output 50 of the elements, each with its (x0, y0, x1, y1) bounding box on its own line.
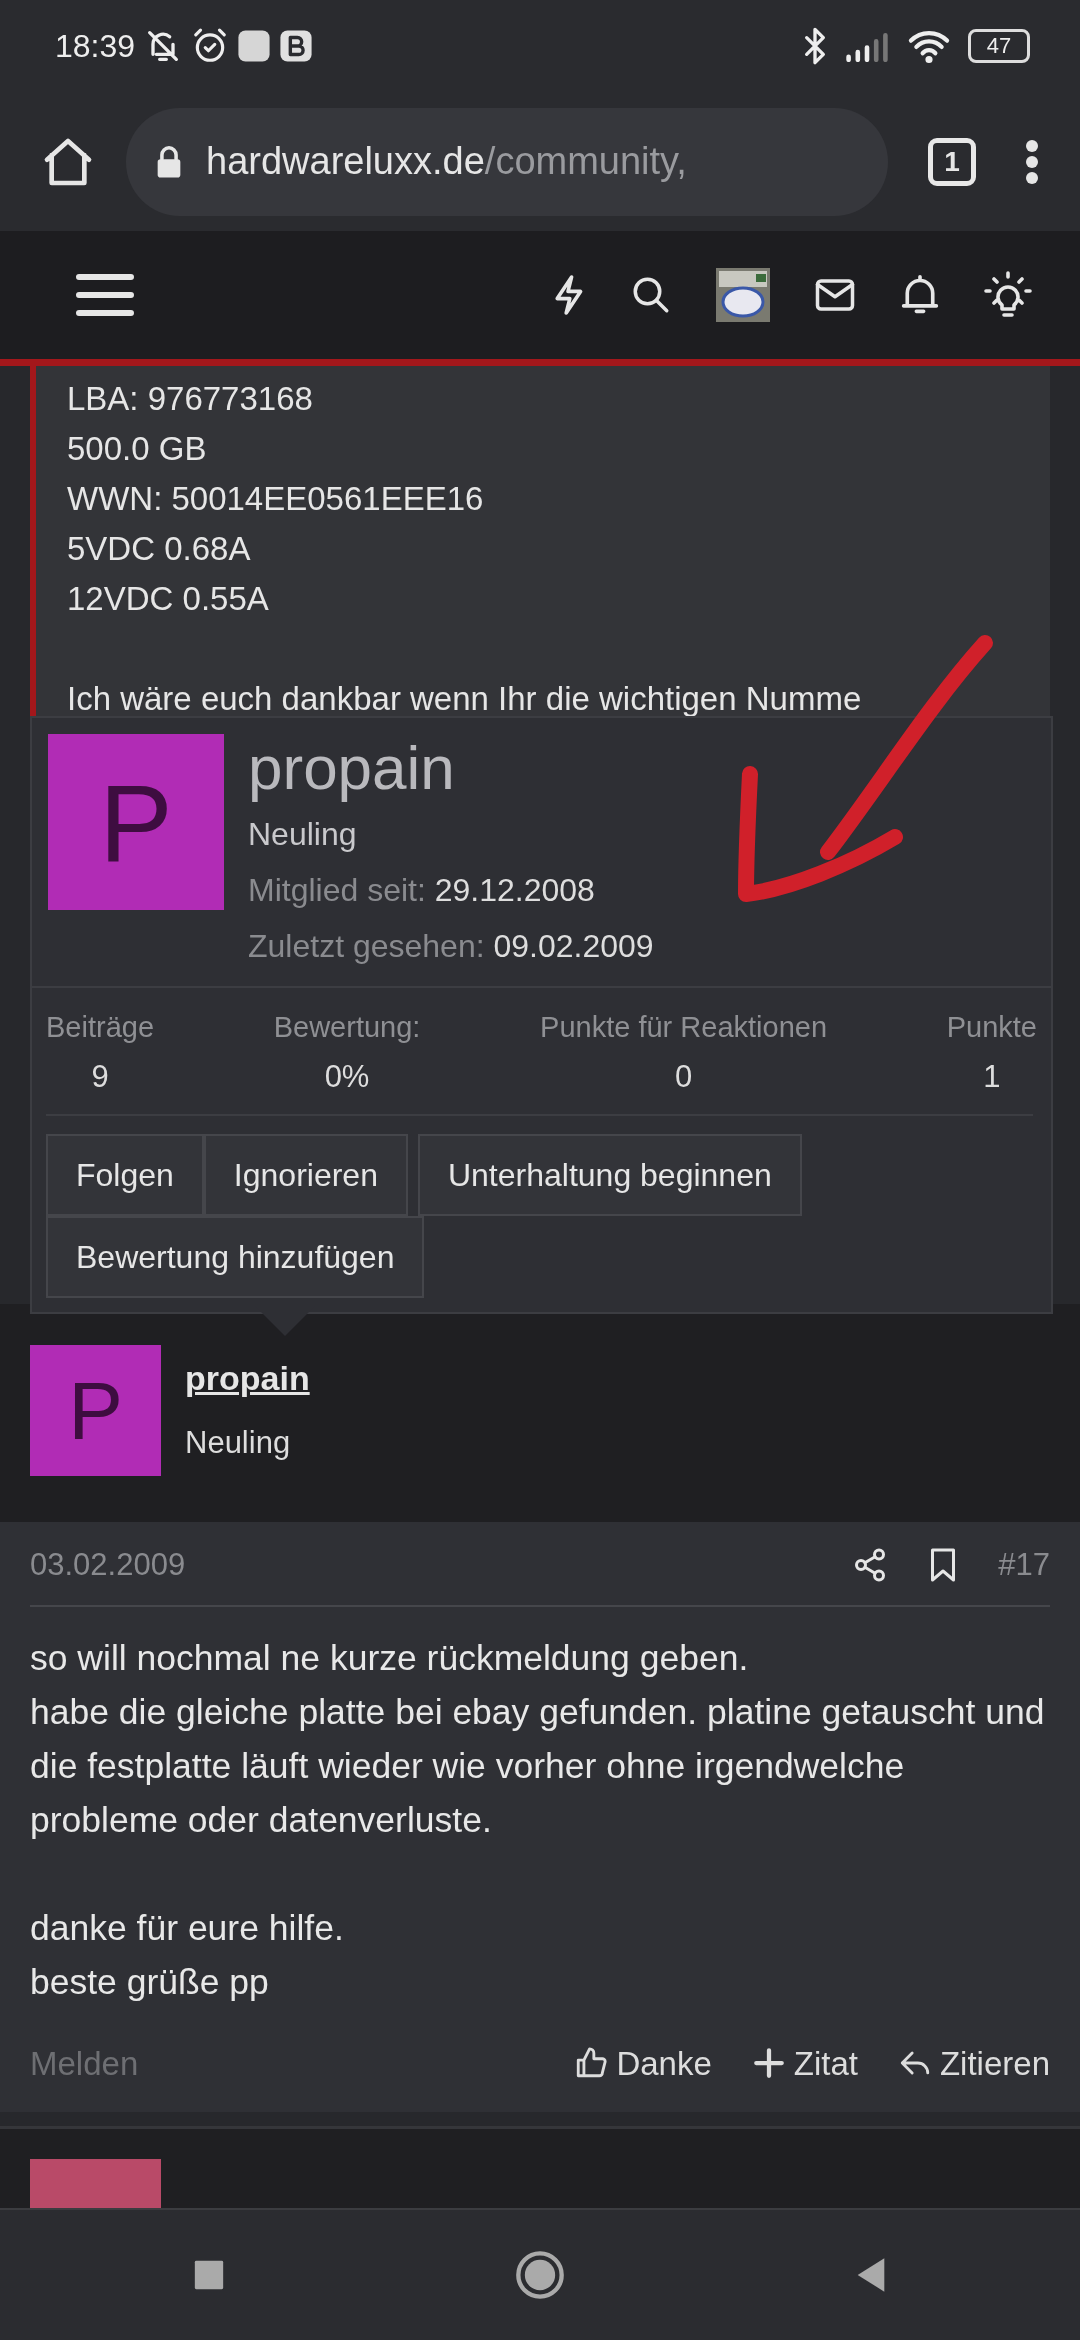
avatar: P (30, 1345, 161, 1476)
recent-apps-icon[interactable] (192, 2258, 226, 2292)
stat-value: 0 (674, 1057, 693, 1096)
quote-line: 12VDC 0.55A (67, 579, 270, 619)
quote-line: Ich wäre euch dankbar wenn Ihr die wichtigen Numme (67, 679, 863, 719)
avatar: P (48, 734, 224, 910)
member-name: propain (248, 734, 456, 803)
tab-count-button[interactable]: 1 (928, 137, 976, 186)
member-info-text: Mitglied seit: 29.12.2008 (248, 871, 596, 911)
lightbulb-icon[interactable] (984, 271, 1032, 319)
stat-value: 1 (983, 1057, 1001, 1096)
home-circle-icon[interactable] (514, 2249, 566, 2301)
mail-icon[interactable] (814, 277, 856, 313)
quote-line: 500.0 GB (67, 429, 208, 469)
stat-value: 9 (91, 1057, 109, 1096)
member-title: Neuling (248, 815, 358, 855)
member-action-button[interactable]: Bewertung hinzufügen (46, 1216, 425, 1299)
wifi-icon (906, 28, 952, 64)
post-action-button[interactable]: Danke (574, 2038, 712, 2088)
lock-icon (156, 144, 182, 179)
quote-line: LBA: 976773168 (67, 379, 314, 419)
post-action-button[interactable]: Zitat (751, 2038, 858, 2088)
app-b-icon (279, 29, 314, 63)
post-date: 03.02.2009 (30, 1546, 186, 1584)
stat-value: 0% (324, 1057, 370, 1096)
url-text: hardwareluxx.de/community, (206, 139, 687, 184)
author-title: Neuling (185, 1424, 292, 1462)
address-bar[interactable]: hardwareluxx.de/community, (126, 107, 888, 216)
stat-label: Punkte (946, 1010, 1037, 1046)
post-paragraph: danke für eure hilfe. beste grüße pp (30, 1906, 345, 2004)
signal-icon (844, 30, 890, 62)
member-action-button[interactable]: Unterhaltung beginnen (417, 1134, 802, 1217)
member-info-text: Zuletzt gesehen: 09.02.2009 (248, 927, 654, 967)
clock-text: 18:39 (55, 27, 136, 66)
post-action-button[interactable]: Zitieren (897, 2038, 1050, 2088)
post-paragraph: so will nochmal ne kurze rückmeldung geben. habe die gleiche platte bei ebay gefunden. platine getauscht und die festplatte läuft wieder wie vorher ohne irgendwelche probleme oder datenverluste. (30, 1636, 1046, 1842)
member-action-button[interactable]: Ignorieren (203, 1134, 408, 1217)
quote-line: 5VDC 0.68A (67, 529, 252, 569)
bluetooth-icon (802, 26, 828, 66)
author-name-link[interactable]: propain (185, 1353, 310, 1404)
plus-icon (751, 2046, 786, 2081)
stat-label: Punkte für Reaktionen (540, 1010, 828, 1046)
menu-icon[interactable] (75, 272, 135, 318)
member-action-button[interactable]: Folgen (46, 1134, 204, 1217)
app-icon (237, 29, 272, 63)
stat-label: Beiträge (46, 1010, 154, 1046)
stat-label: Bewertung: (273, 1010, 421, 1046)
quote-line: WWN: 50014EE0561EEE16 (67, 479, 485, 519)
post-number-link[interactable]: #17 (998, 1542, 1050, 1589)
battery-level-text: 47 (986, 35, 1012, 57)
